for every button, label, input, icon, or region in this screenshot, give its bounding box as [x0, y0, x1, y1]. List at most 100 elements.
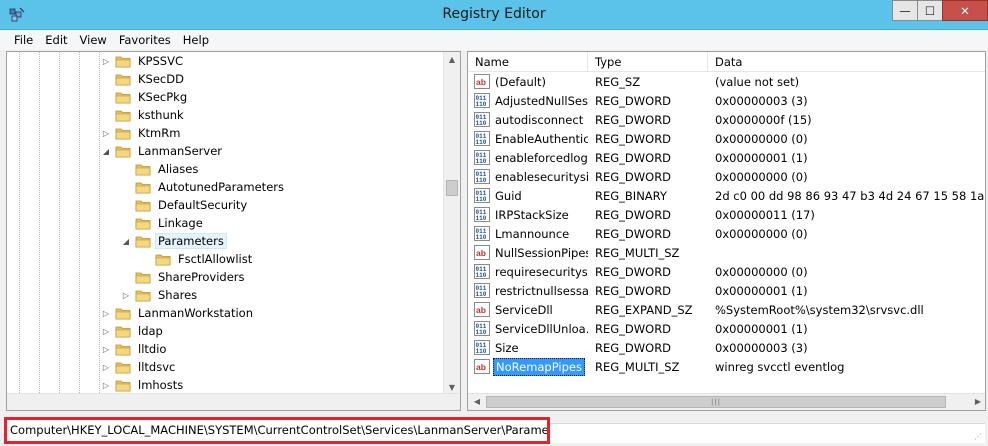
- value-row[interactable]: 011 110 autodisconnect REG_DWORD 0x0000000f …: [468, 110, 968, 129]
- value-name-cell[interactable]: 011 110 ServiceDllUnloa...: [468, 321, 588, 336]
- resize-grip-icon[interactable]: ⋰: [974, 432, 984, 442]
- tree-scroll-thumb[interactable]: [446, 180, 458, 196]
- value-name-cell[interactable]: 011 110 autodisconnect: [468, 112, 588, 127]
- collapsed-arrow-icon[interactable]: ▷: [101, 345, 111, 354]
- value-name[interactable]: ServiceDll: [493, 303, 555, 317]
- tree-node-label[interactable]: Linkage: [155, 215, 206, 231]
- value-name[interactable]: ServiceDllUnloa...: [493, 322, 588, 336]
- value-row[interactable]: 011110EnableAuthentic... REG_DWORD 0x00000…: [468, 129, 968, 148]
- menu-file[interactable]: File: [8, 33, 39, 47]
- key-tree-pane[interactable]: ▷ KPSSVC KSecDD KSecPkg ksthunk ▷ KtmRm ◢ Lanman…: [6, 51, 461, 411]
- tree-node[interactable]: ▷ ldap: [103, 322, 166, 340]
- values-list-pane[interactable]: Name Type Data ab (Default) REG_SZ (value n…: [467, 51, 986, 411]
- value-name[interactable]: IRPStackSize: [493, 208, 571, 222]
- value-name[interactable]: Lmannounce: [493, 227, 571, 241]
- collapsed-arrow-icon[interactable]: ▷: [101, 309, 111, 318]
- value-row[interactable]: 011110enablesecuritysi... REG_DWORD 0x0000…: [468, 167, 968, 186]
- value-name[interactable]: autodisconnect: [493, 113, 585, 127]
- column-data-header[interactable]: Data: [708, 52, 985, 71]
- value-name[interactable]: NullSessionPipes: [493, 246, 588, 260]
- tree-node-label[interactable]: KSecPkg: [135, 89, 190, 105]
- tree-vertical-scrollbar[interactable]: ▲ ▼: [443, 52, 460, 395]
- tree-node[interactable]: Linkage: [135, 214, 206, 232]
- tree-node[interactable]: FsctlAllowlist: [155, 250, 255, 268]
- tree-node[interactable]: ◢ Parameters: [123, 232, 227, 250]
- value-name-cell[interactable]: 011110enableforcedlog...: [468, 150, 588, 165]
- value-row[interactable]: 011110restrictnullsessa... REG_DWORD 0x000…: [468, 281, 968, 300]
- value-name-cell[interactable]: 011110EnableAuthentic...: [468, 131, 588, 146]
- value-name-cell[interactable]: 011 110 Lmannounce: [468, 226, 588, 241]
- value-row[interactable]: 011 110 Guid REG_BINARY 2d c0 00 dd 98 86 93…: [468, 186, 985, 205]
- value-name[interactable]: restrictnullsessa...: [493, 284, 588, 298]
- tree-node-label[interactable]: ksthunk: [135, 107, 187, 123]
- value-row[interactable]: 011110enableforcedlog... REG_DWORD 0x00000…: [468, 148, 968, 167]
- tree-node-label[interactable]: ShareProviders: [155, 269, 248, 285]
- maximize-button[interactable]: ☐: [917, 0, 943, 21]
- value-name[interactable]: requiresecuritysi...: [493, 265, 588, 279]
- tree-node-label[interactable]: lltdsvc: [135, 359, 178, 375]
- scroll-up-icon[interactable]: ▲: [444, 55, 460, 64]
- value-name-cell[interactable]: 011 110 Guid: [468, 188, 588, 203]
- value-name[interactable]: Guid: [493, 189, 524, 203]
- tree-node[interactable]: ◢ LanmanServer: [103, 142, 225, 160]
- tree-node[interactable]: ShareProviders: [135, 268, 248, 286]
- value-name-cell[interactable]: 011110enablesecuritysi...: [468, 169, 588, 184]
- tree-node[interactable]: ▷ KPSSVC: [103, 52, 186, 70]
- value-row[interactable]: 011 110 Size REG_DWORD 0x00000003 (3): [468, 338, 968, 357]
- value-row[interactable]: 011 110 ServiceDllUnloa... REG_DWORD 0x00000…: [468, 319, 968, 338]
- value-name[interactable]: enableforcedlog...: [493, 151, 588, 165]
- value-name-cell[interactable]: ab NoRemapPipes: [468, 357, 588, 376]
- tree-node-label[interactable]: KPSSVC: [135, 53, 186, 69]
- tree-node-label[interactable]: lmhosts: [135, 377, 186, 393]
- collapsed-arrow-icon[interactable]: ▷: [121, 291, 131, 300]
- collapsed-arrow-icon[interactable]: ▷: [101, 57, 111, 66]
- value-row[interactable]: 011110requiresecuritysi... REG_DWORD 0x000…: [468, 262, 968, 281]
- value-row[interactable]: ab NoRemapPipes REG_MULTI_SZ winreg svcctl …: [468, 357, 968, 376]
- tree-node[interactable]: KSecDD: [115, 70, 187, 88]
- minimize-button[interactable]: —: [892, 0, 918, 21]
- collapsed-arrow-icon[interactable]: ▷: [101, 327, 111, 336]
- value-row[interactable]: 011 110 IRPStackSize REG_DWORD 0x00000011 (1…: [468, 205, 968, 224]
- tree-node[interactable]: ▷ lltdio: [103, 340, 169, 358]
- expanded-arrow-icon[interactable]: ◢: [101, 147, 111, 156]
- scroll-left-icon[interactable]: ◀: [469, 397, 485, 406]
- tree-node-label[interactable]: Shares: [155, 287, 200, 303]
- value-name-cell[interactable]: ab ServiceDll: [468, 302, 588, 317]
- scroll-right-icon[interactable]: ▶: [970, 397, 985, 406]
- value-name[interactable]: NoRemapPipes: [493, 357, 585, 376]
- tree-node-label[interactable]: lltdio: [135, 341, 169, 357]
- value-name[interactable]: Size: [493, 341, 521, 355]
- value-name-cell[interactable]: 011110AdjustedNullSes...: [468, 93, 588, 108]
- tree-node-label[interactable]: KSecDD: [135, 71, 187, 87]
- collapsed-arrow-icon[interactable]: ▷: [101, 363, 111, 372]
- scroll-down-icon[interactable]: ▼: [444, 383, 460, 392]
- list-horizontal-scrollbar[interactable]: ◀ ||| ▶: [468, 393, 985, 410]
- close-button[interactable]: ✕: [942, 0, 988, 21]
- column-type-header[interactable]: Type: [588, 52, 708, 71]
- value-row[interactable]: 011110AdjustedNullSes... REG_DWORD 0x00000…: [468, 91, 968, 110]
- list-scroll-thumb[interactable]: |||: [486, 396, 946, 408]
- tree-node-label[interactable]: AutotunedParameters: [155, 179, 287, 195]
- value-name-cell[interactable]: 011110requiresecuritysi...: [468, 264, 588, 279]
- tree-node-label[interactable]: LanmanServer: [135, 143, 225, 159]
- tree-node[interactable]: ▷ KtmRm: [103, 124, 183, 142]
- tree-node[interactable]: KSecPkg: [115, 88, 190, 106]
- tree-node[interactable]: Aliases: [135, 160, 201, 178]
- tree-node-label[interactable]: KtmRm: [135, 125, 183, 141]
- menu-edit[interactable]: Edit: [39, 33, 73, 47]
- value-name[interactable]: (Default): [493, 75, 548, 89]
- tree-node-label[interactable]: ldap: [135, 323, 166, 339]
- tree-node[interactable]: ▷ lmhosts: [103, 376, 186, 394]
- value-name[interactable]: enablesecuritysi...: [493, 170, 588, 184]
- tree-node[interactable]: ksthunk: [115, 106, 187, 124]
- tree-node[interactable]: ▷ Shares: [123, 286, 200, 304]
- value-name-cell[interactable]: 011110restrictnullsessa...: [468, 283, 588, 298]
- tree-node[interactable]: DefaultSecurity: [135, 196, 250, 214]
- value-name[interactable]: EnableAuthentic...: [493, 132, 588, 146]
- column-name-header[interactable]: Name: [468, 52, 588, 71]
- value-name-cell[interactable]: 011 110 Size: [468, 340, 588, 355]
- value-row[interactable]: ab (Default) REG_SZ (value not set): [468, 72, 968, 91]
- value-row[interactable]: 011 110 Lmannounce REG_DWORD 0x00000000 (0): [468, 224, 968, 243]
- tree-horizontal-scrollbar[interactable]: [7, 393, 460, 410]
- value-name[interactable]: AdjustedNullSes...: [493, 94, 588, 108]
